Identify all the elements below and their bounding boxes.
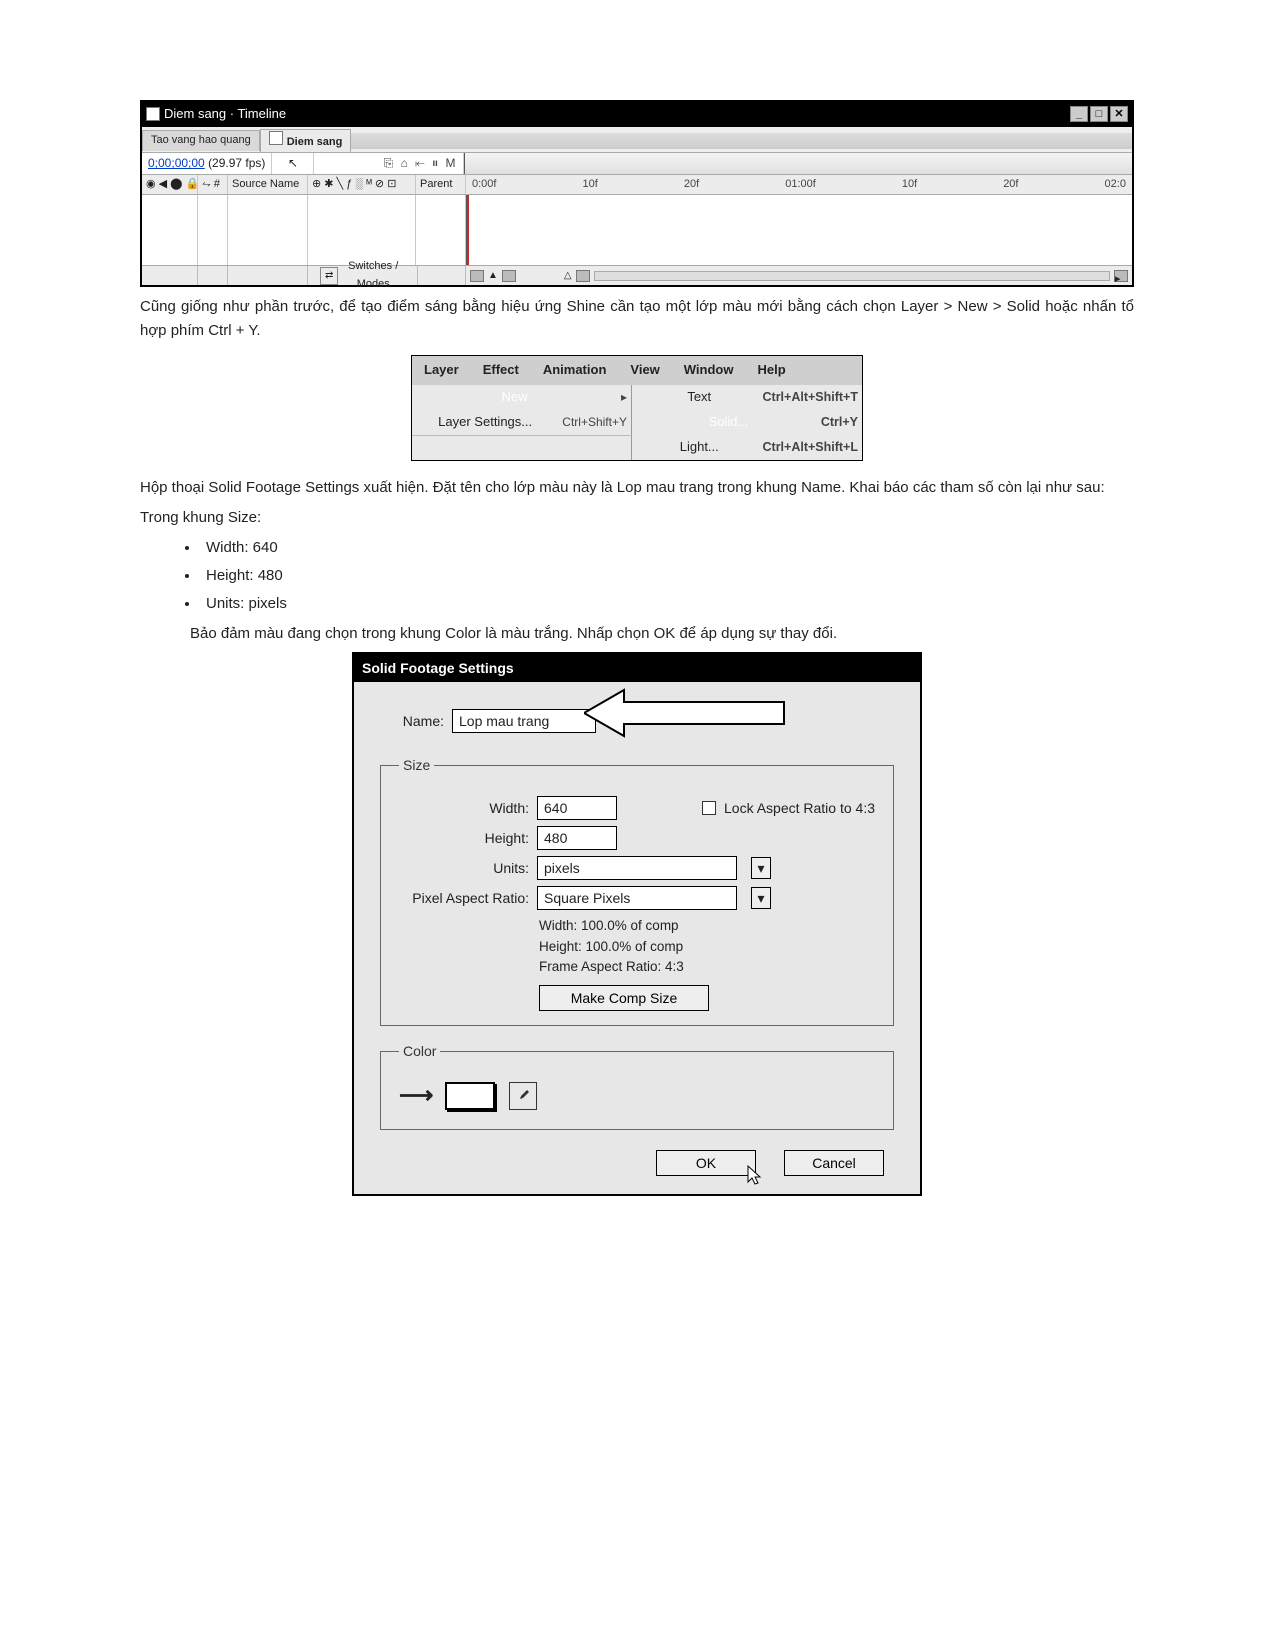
lock-aspect-checkbox[interactable] [702,801,716,815]
time-marks: 0:00f 10f 20f 01:00f 10f 20f 02:0 [466,175,1132,194]
menu-separator [412,435,632,460]
size-fieldset: Size Width: 640 Lock Aspect Ratio to 4:3… [380,754,894,1026]
height-input[interactable]: 480 [537,826,617,850]
spec-units: Units: pixels [200,592,1134,616]
window-title: Diem sang · Timeline [164,104,286,125]
size-specs: Width: 640 Height: 480 Units: pixels [200,536,1134,616]
menu-item-solid[interactable]: Solid... Ctrl+Y [632,410,862,435]
par-label: Pixel Aspect Ratio: [399,887,529,909]
close-button[interactable]: ✕ [1110,106,1128,122]
timeline-footer: ⇄ Switches / Modes ▲ △ ▸ [142,265,1132,285]
zoom-sliders[interactable]: ▲ △ ▸ [466,266,1132,285]
paragraph-3: Bảo đảm màu đang chọn trong khung Color … [140,622,1134,646]
menu-view[interactable]: View [618,358,671,383]
timeline-column-headers: ◉ ◀ ⬤ 🔒 ⥊ # Source Name ⊕ ✱ ╲ ƒ ░ ᴹ ⊘ ⊡ … [142,175,1132,195]
color-fieldset: Color ⟶ [380,1040,894,1130]
spec-width: Width: 640 [200,536,1134,560]
timeline-body[interactable] [142,195,1132,265]
units-dropdown-button[interactable]: ▾ [751,857,771,879]
timeline-track-area[interactable] [466,195,1132,265]
col-label-index[interactable]: ⥊ # [198,175,228,194]
app-icon [146,107,160,121]
solid-footage-dialog: Solid Footage Settings Name: Lop mau tra… [352,652,922,1196]
minimize-button[interactable]: _ [1070,106,1088,122]
menu-item-new[interactable]: New ▸ [412,385,632,410]
menu-layer[interactable]: Layer [412,358,471,383]
eyedropper-button[interactable] [509,1082,537,1110]
col-source-name[interactable]: Source Name [228,175,308,194]
menubar: Layer Effect Animation View Window Help [412,356,862,385]
timeline-titlebar[interactable]: Diem sang · Timeline _ □ ✕ [142,102,1132,127]
units-select[interactable]: pixels [537,856,737,880]
cursor-tool[interactable]: ↖ [272,153,314,174]
paragraph-2: Hộp thoại Solid Footage Settings xuất hi… [140,476,1134,500]
scroll-right-button[interactable]: ▸ [1114,270,1128,282]
tab-tao-vang[interactable]: Tao vang hao quang [142,130,260,151]
time-ruler[interactable] [464,153,1132,174]
menu-item-text[interactable]: Text Ctrl+Alt+Shift+T [632,385,862,410]
menu-effect[interactable]: Effect [471,358,531,383]
height-label: Height: [399,827,529,849]
size-legend: Size [399,754,434,776]
paragraph-1: Cũng giống như phần trước, để tạo điểm s… [140,295,1134,343]
dialog-title: Solid Footage Settings [354,654,920,682]
switches-modes-toggle[interactable]: ⇄ Switches / Modes [308,266,418,285]
menu-item-light[interactable]: Light... Ctrl+Alt+Shift+L [632,435,862,460]
arrow-annotation: ⟶ [399,1077,431,1115]
cursor-icon [746,1164,766,1194]
ok-button[interactable]: OK [656,1150,756,1176]
par-dropdown-button[interactable]: ▾ [751,887,771,909]
name-input[interactable]: Lop mau trang [452,709,596,733]
maximize-button[interactable]: □ [1090,106,1108,122]
cancel-button[interactable]: Cancel [784,1150,884,1176]
menu-screenshot: Layer Effect Animation View Window Help … [411,355,863,460]
col-parent[interactable]: Parent [416,175,466,194]
composition-tabs: Tao vang hao quang Diem sang [142,127,1132,154]
width-input[interactable]: 640 [537,796,617,820]
menu-animation[interactable]: Animation [531,358,619,383]
size-info: Width: 100.0% of comp Height: 100.0% of … [539,916,875,977]
lock-aspect-label: Lock Aspect Ratio to 4:3 [724,797,875,819]
callout-arrow [604,698,794,744]
make-comp-size-button[interactable]: Make Comp Size [539,985,709,1011]
tab-diem-sang[interactable]: Diem sang [260,129,352,153]
units-label: Units: [399,857,529,879]
color-legend: Color [399,1040,440,1062]
width-label: Width: [399,797,529,819]
size-heading: Trong khung Size: [140,506,1134,530]
spec-height: Height: 480 [200,564,1134,588]
menu-item-layer-settings[interactable]: Layer Settings... Ctrl+Shift+Y [412,410,632,435]
col-av-toggles[interactable]: ◉ ◀ ⬤ 🔒 [142,175,198,194]
current-time-indicator[interactable] [467,195,469,265]
color-swatch[interactable] [445,1082,495,1110]
timeline-window: Diem sang · Timeline _ □ ✕ Tao vang hao … [140,100,1134,287]
menu-help[interactable]: Help [745,358,797,383]
par-select[interactable]: Square Pixels [537,886,737,910]
timeline-toolbar: 0;00;00;00 (29.97 fps) ↖ ⎘ ⌂ ⇤ ⏸ M [142,153,1132,175]
current-time[interactable]: 0;00;00;00 (29.97 fps) [142,153,272,174]
col-switches[interactable]: ⊕ ✱ ╲ ƒ ░ ᴹ ⊘ ⊡ [308,175,416,194]
name-label: Name: [380,710,444,732]
menu-window[interactable]: Window [672,358,746,383]
toolbar-buttons[interactable]: ⎘ ⌂ ⇤ ⏸ M [314,153,464,174]
